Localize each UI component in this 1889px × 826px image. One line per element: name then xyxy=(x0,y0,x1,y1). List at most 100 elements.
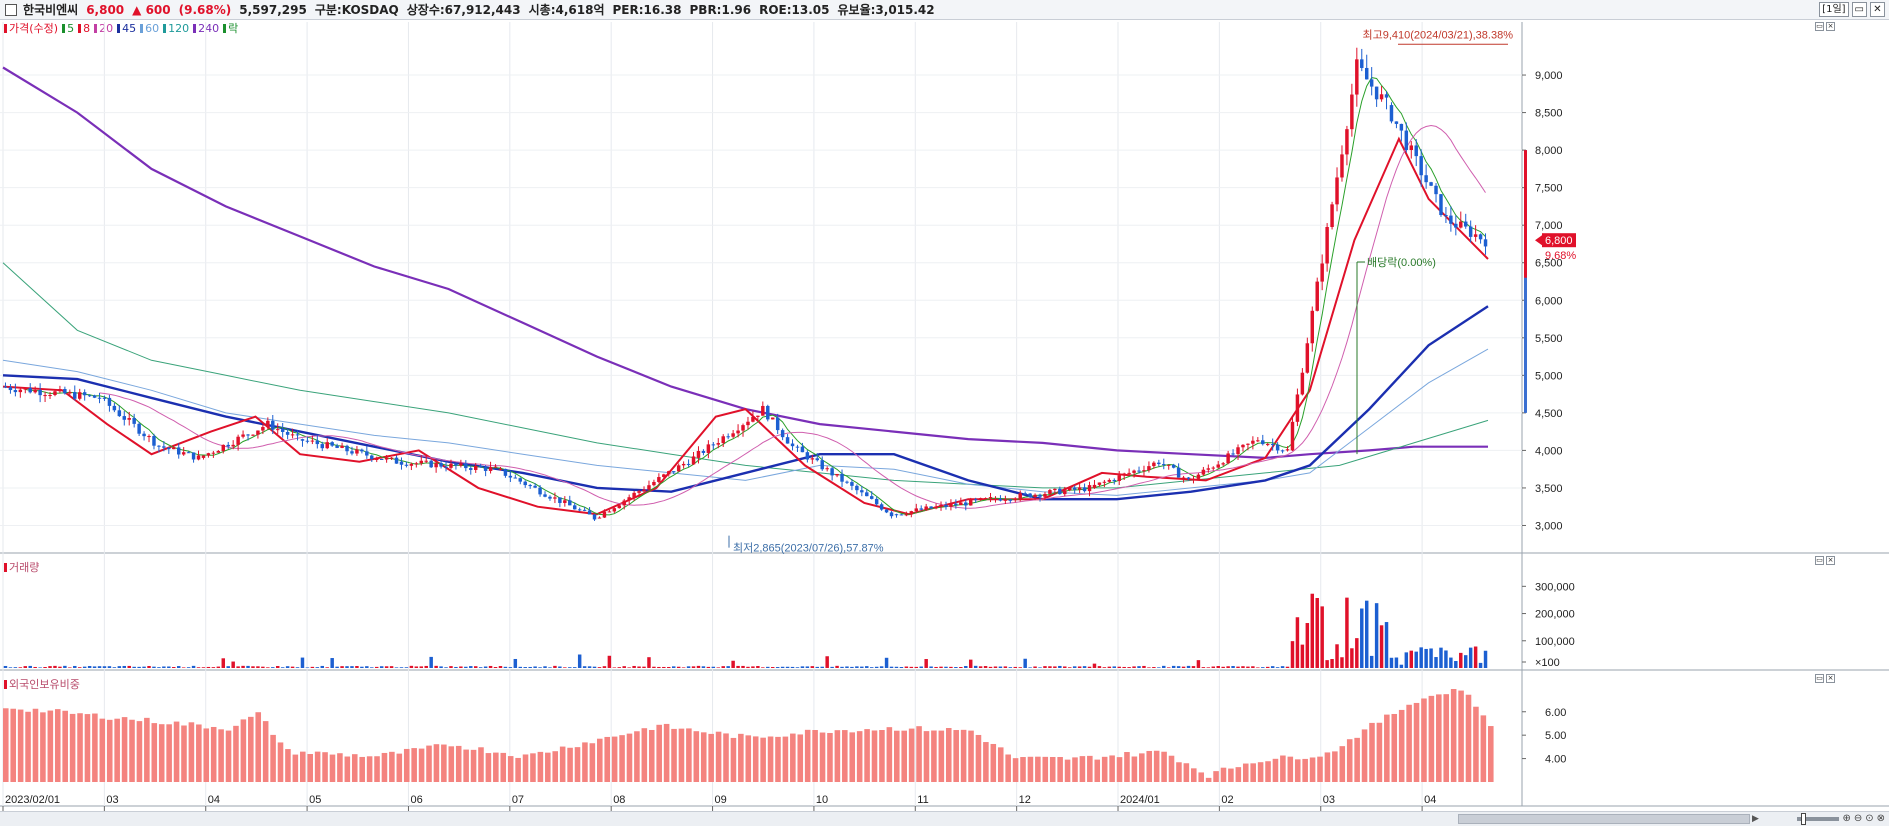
volume-bar xyxy=(795,667,800,668)
panel-close-icon[interactable]: × xyxy=(1826,22,1835,31)
volume-bar xyxy=(1265,666,1270,668)
foreign-bar xyxy=(1428,695,1435,782)
volume-bar xyxy=(889,666,894,668)
candle-body xyxy=(983,498,988,500)
foreign-bar xyxy=(10,708,16,782)
candle-body xyxy=(1404,130,1409,150)
foreign-bar xyxy=(671,728,677,782)
horizontal-scrollbar[interactable]: ▶ xyxy=(0,811,1889,826)
volume-bar xyxy=(751,666,755,668)
foreign-bar xyxy=(396,753,403,782)
foreign-bar xyxy=(1242,763,1249,782)
candle-body xyxy=(483,467,488,471)
volume-bar xyxy=(345,666,349,668)
volume-bar xyxy=(1058,665,1062,668)
candle-body xyxy=(43,395,47,397)
volume-bar xyxy=(622,666,626,668)
x-axis-label: 03 xyxy=(106,794,118,806)
volume-bar xyxy=(478,667,483,668)
volume-bar xyxy=(1270,666,1275,668)
candle-body xyxy=(523,481,527,486)
volume-bar xyxy=(756,666,760,668)
foreign-bar xyxy=(455,745,462,782)
zoom-fit-icon[interactable]: ⊗ xyxy=(1877,813,1885,824)
volume-bar xyxy=(1300,644,1305,668)
volume-bar xyxy=(1241,666,1245,668)
volume-bar xyxy=(850,666,854,668)
volume-bar xyxy=(513,658,518,668)
candle-body xyxy=(469,468,473,470)
foreign-bar xyxy=(960,729,967,782)
zoom-reset-icon[interactable]: ⊙ xyxy=(1865,813,1873,824)
candle-body xyxy=(954,503,958,506)
foreign-bar xyxy=(17,709,24,782)
candle-body xyxy=(939,504,943,507)
volume-bar xyxy=(1028,667,1032,668)
volume-bar xyxy=(1067,667,1072,668)
volume-bar xyxy=(766,666,770,668)
foreign-bar xyxy=(1317,756,1323,782)
candle-body xyxy=(236,436,240,445)
candle-body xyxy=(330,442,334,446)
volume-bar xyxy=(1142,665,1146,668)
foreign-bar xyxy=(1332,751,1338,782)
panel-close-icon[interactable]: × xyxy=(1826,674,1835,683)
volume-bar xyxy=(1147,667,1151,668)
volume-bar xyxy=(1181,666,1186,668)
candle-body xyxy=(1325,226,1329,264)
panel-close-icon[interactable]: × xyxy=(1826,556,1835,565)
zoom-in-icon[interactable]: ⊕ xyxy=(1842,813,1850,824)
candle-body xyxy=(934,506,938,509)
foreign-bar xyxy=(433,744,440,782)
candle-body xyxy=(553,497,557,499)
candle-body xyxy=(1275,444,1280,451)
volume-bar xyxy=(904,666,909,668)
foreign-bar xyxy=(1064,759,1071,782)
candle-body xyxy=(23,387,28,390)
zoom-out-icon[interactable]: ⊖ xyxy=(1854,813,1862,824)
volume-bar xyxy=(469,666,473,668)
panel-maximize-icon[interactable]: ▭ xyxy=(1815,556,1824,565)
foreign-bar xyxy=(1480,715,1487,782)
price-axis-label: 3,500 xyxy=(1535,483,1563,495)
foreign-bar xyxy=(1339,746,1346,782)
volume-bar xyxy=(8,667,13,668)
volume-bar xyxy=(464,666,468,668)
foreign-bar xyxy=(277,742,284,782)
volume-bar xyxy=(473,666,478,668)
x-axis-label: 02 xyxy=(1221,794,1233,806)
volume-bar xyxy=(1211,666,1216,668)
foreign-bar xyxy=(255,712,262,782)
candle-body xyxy=(1424,175,1428,183)
candle-body xyxy=(904,514,909,516)
scroll-thumb[interactable] xyxy=(1458,814,1750,824)
foreign-bar xyxy=(923,731,930,782)
volume-axis-label: 200,000 xyxy=(1535,609,1575,621)
candle-body xyxy=(117,410,122,417)
candle-body xyxy=(1142,470,1146,472)
volume-bar xyxy=(201,667,206,668)
volume-axis-label: 300,000 xyxy=(1535,581,1575,593)
foreign-bar xyxy=(1324,752,1331,782)
candle-body xyxy=(246,434,250,436)
candle-body xyxy=(449,463,453,468)
scroll-right-arrow-icon[interactable]: ▶ xyxy=(1752,814,1759,824)
candle-body xyxy=(73,392,77,399)
candle-body xyxy=(241,434,245,437)
candle-body xyxy=(865,492,869,497)
foreign-bar xyxy=(54,709,61,782)
volume-bar xyxy=(1053,666,1057,668)
volume-bar xyxy=(77,667,82,668)
volume-bar xyxy=(572,667,577,668)
panel-maximize-icon[interactable]: ▭ xyxy=(1815,22,1824,31)
chart-canvas[interactable]: 2023/02/01 03 04 05 06 07 08 09 10 11 12 2024/01 02 0… xyxy=(0,0,1889,826)
zoom-slider[interactable] xyxy=(1797,812,1840,825)
panel-maximize-icon[interactable]: ▭ xyxy=(1815,674,1824,683)
candle-body xyxy=(112,405,117,411)
candle-body xyxy=(340,445,344,448)
candle-body xyxy=(1038,494,1042,497)
candle-body xyxy=(850,482,854,486)
foreign-bar xyxy=(3,708,9,782)
candle-body xyxy=(731,433,735,437)
candle-body xyxy=(909,511,914,515)
